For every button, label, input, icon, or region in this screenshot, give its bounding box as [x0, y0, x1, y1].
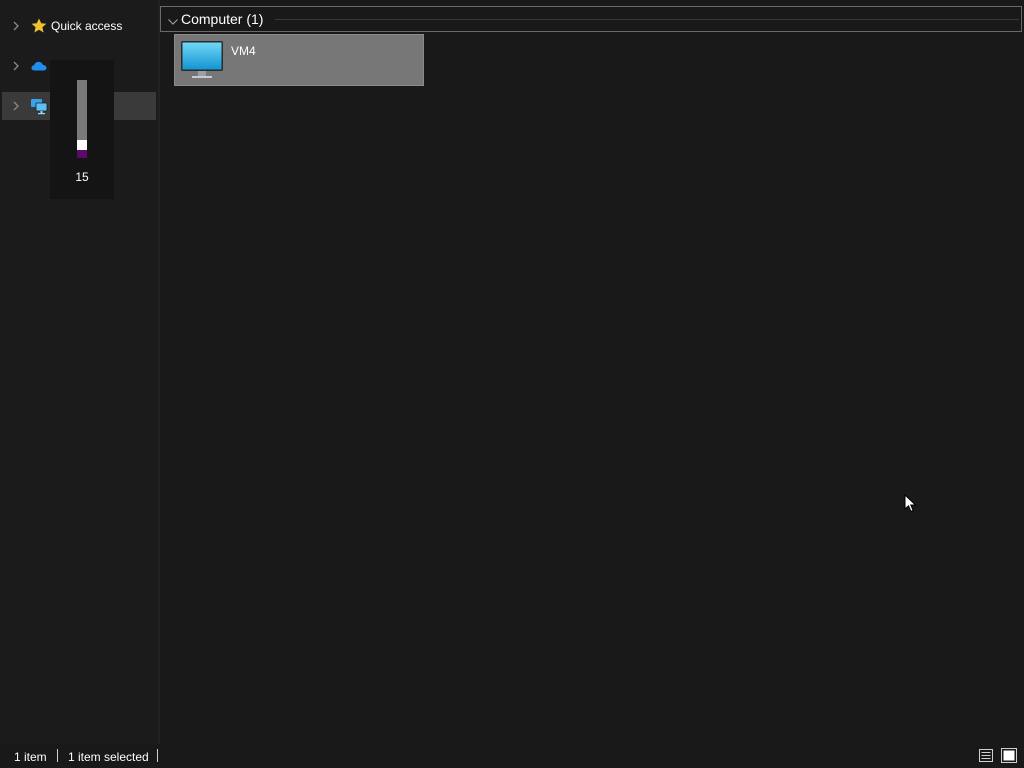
- chevron-right-icon[interactable]: [10, 20, 22, 32]
- volume-level-fill: [77, 150, 87, 158]
- nav-item-label: Quick access: [51, 19, 123, 33]
- status-divider: [157, 749, 158, 762]
- file-explorer-window: Quick access 15 Computer (1) VM4 1 item …: [0, 0, 1024, 768]
- group-title: Computer (1): [181, 11, 264, 27]
- chevron-right-icon[interactable]: [10, 100, 22, 112]
- item-tile-vm4[interactable]: VM4: [174, 34, 424, 86]
- chevron-right-icon[interactable]: [10, 60, 22, 72]
- volume-slider[interactable]: [77, 80, 87, 158]
- star-icon: [30, 17, 48, 35]
- chevron-down-icon[interactable]: [167, 14, 179, 25]
- status-divider: [57, 749, 58, 762]
- details-view-icon[interactable]: [978, 748, 994, 763]
- network-icon: [30, 97, 48, 115]
- content-pane: Computer (1) VM4: [160, 0, 1024, 744]
- volume-slider-thumb[interactable]: [77, 140, 87, 150]
- onedrive-cloud-icon: [30, 57, 48, 75]
- group-header-computer[interactable]: Computer (1): [160, 6, 1022, 32]
- mouse-cursor-icon: [904, 493, 917, 513]
- status-bar: 1 item 1 item selected: [0, 744, 1024, 768]
- group-divider: [275, 19, 1019, 20]
- volume-flyout: 15: [50, 60, 114, 199]
- nav-item-quick-access[interactable]: Quick access: [2, 12, 156, 40]
- status-selection: 1 item selected: [68, 750, 149, 764]
- volume-value: 15: [75, 170, 89, 184]
- item-name: VM4: [231, 44, 256, 58]
- computer-monitor-icon: [180, 39, 224, 81]
- large-icons-view-icon[interactable]: [1001, 748, 1017, 763]
- status-item-count: 1 item: [14, 750, 47, 764]
